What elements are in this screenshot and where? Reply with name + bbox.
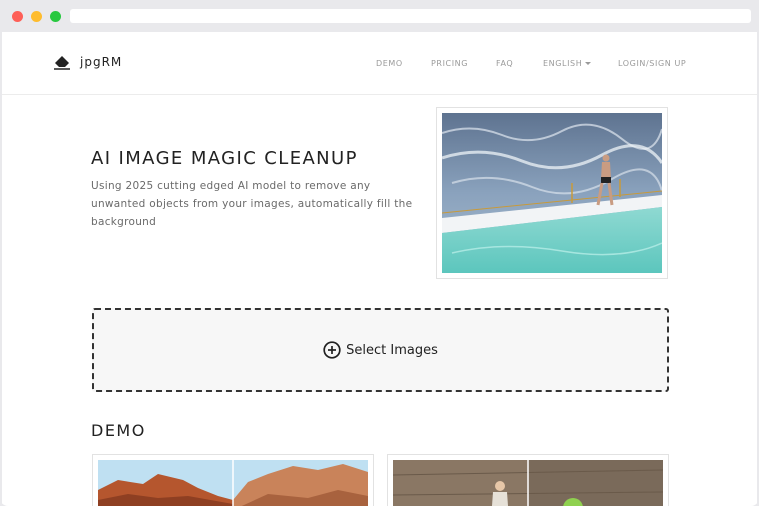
hero-title: AI IMAGE MAGIC CLEANUP: [91, 148, 358, 169]
brand-logo-link[interactable]: jpgRM: [52, 52, 122, 72]
hero-description: Using 2025 cutting edged AI model to rem…: [91, 180, 413, 228]
minimize-window-button[interactable]: [31, 11, 42, 22]
demo-image-person: [393, 460, 663, 506]
select-images-label: Select Images: [346, 342, 438, 358]
top-navbar: jpgRM DEMO PRICING FAQ ENGLISH LOGIN/SIG…: [2, 32, 757, 95]
hero-photo-pool: [442, 113, 662, 273]
nav-link-login-signup[interactable]: LOGIN/SIGN UP: [618, 59, 686, 68]
maximize-window-button[interactable]: [50, 11, 61, 22]
demo-card-canyon[interactable]: [92, 454, 374, 506]
caret-down-icon: [585, 62, 592, 65]
select-images-dropzone[interactable]: Select Images: [92, 308, 669, 392]
eraser-icon: [54, 56, 70, 70]
nav-link-pricing[interactable]: PRICING: [431, 59, 468, 68]
demo-card-person[interactable]: [387, 454, 669, 506]
hero-image: [436, 107, 668, 279]
nav-link-demo[interactable]: DEMO: [376, 59, 403, 68]
nav-language-label: ENGLISH: [543, 59, 583, 68]
plus-circle-icon: [323, 341, 341, 359]
nav-language-dropdown[interactable]: ENGLISH: [543, 59, 592, 68]
close-window-button[interactable]: [12, 11, 23, 22]
nav-link-faq[interactable]: FAQ: [496, 59, 513, 68]
brand-name: jpgRM: [80, 55, 123, 69]
address-bar[interactable]: [70, 9, 751, 23]
demo-heading: DEMO: [91, 421, 146, 440]
web-page: jpgRM DEMO PRICING FAQ ENGLISH LOGIN/SIG…: [2, 32, 757, 506]
demo-image-canyon: [98, 460, 368, 506]
window-titlebar: [0, 0, 759, 32]
browser-window: jpgRM DEMO PRICING FAQ ENGLISH LOGIN/SIG…: [0, 0, 759, 506]
